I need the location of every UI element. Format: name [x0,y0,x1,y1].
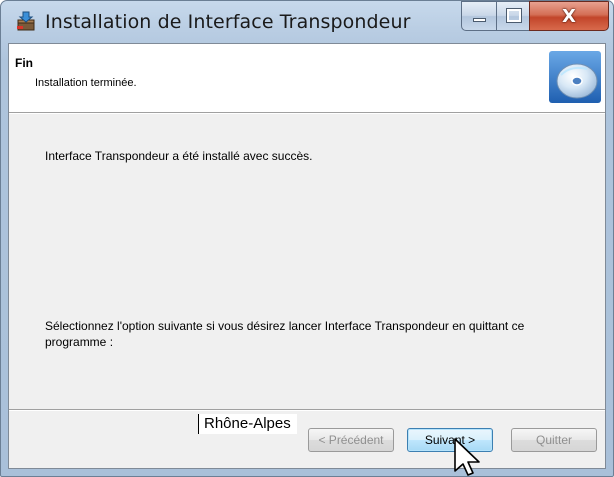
dialog-client-area: Fin Installation terminée. Interface Tra… [8,43,606,469]
close-icon: X [562,5,576,27]
header-banner: Fin Installation terminée. [9,44,605,113]
maximize-icon [506,8,522,23]
cd-disc-icon [549,51,601,103]
title-bar[interactable]: Installation de Interface Transpondeur X [1,1,613,43]
launch-option-prompt: Sélectionnez l'option suivante si vous d… [45,319,525,349]
maximize-button[interactable] [496,1,530,31]
footer-divider [9,409,605,411]
quit-button[interactable]: Quitter [511,428,597,452]
page-subtitle: Installation terminée. [35,77,137,89]
installer-window: Installation de Interface Transpondeur X… [0,0,614,477]
minimize-icon [473,18,486,22]
page-title: Fin [15,56,33,70]
minimize-button[interactable] [461,1,497,31]
watermark-label: Rhône-Alpes [198,414,297,434]
previous-button[interactable]: < Précédent [308,428,394,452]
mouse-pointer-icon [454,438,480,476]
caption-buttons: X [461,1,609,31]
close-button[interactable]: X [529,1,609,31]
window-title: Installation de Interface Transpondeur [45,11,411,33]
success-message: Interface Transpondeur a été installé av… [45,149,313,163]
installer-box-icon [17,11,35,31]
